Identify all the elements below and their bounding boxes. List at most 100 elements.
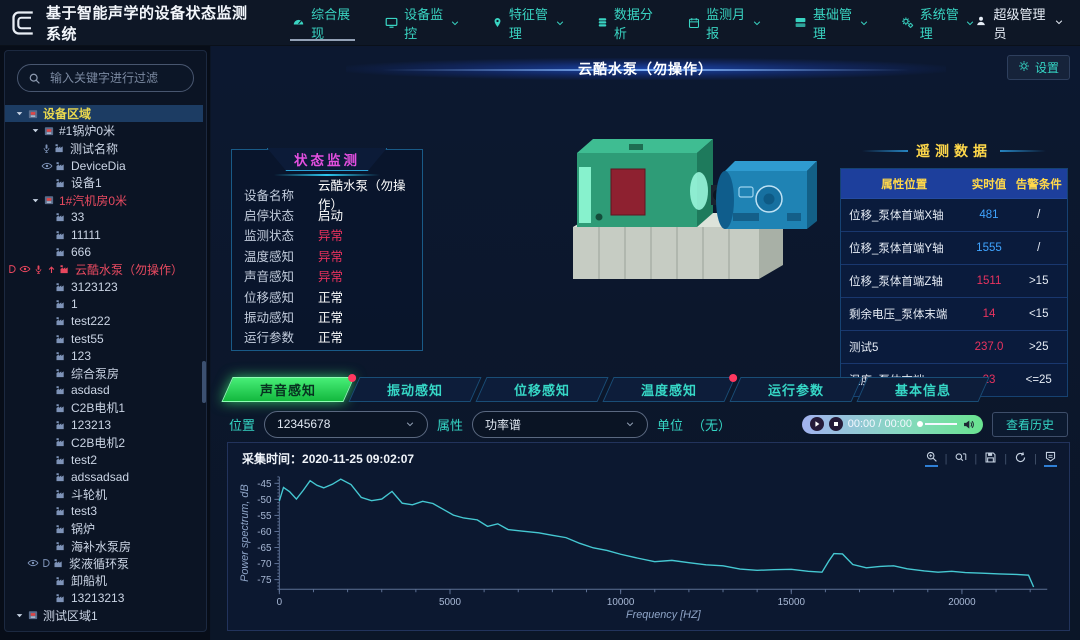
refresh-icon[interactable]: [1014, 451, 1027, 466]
tree-item-25[interactable]: 锅炉: [5, 520, 203, 537]
zoom-reset-icon[interactable]: [954, 451, 967, 466]
tree-item-15[interactable]: 123: [5, 347, 203, 364]
chevron-icon: [450, 18, 460, 28]
svg-text:-65: -65: [257, 543, 272, 554]
tree-item-12[interactable]: 1: [5, 295, 203, 312]
shield-icon[interactable]: [1044, 450, 1057, 467]
tree-item-30[interactable]: 测试区域1: [5, 607, 203, 624]
tab-4[interactable]: 温度感知: [602, 377, 735, 402]
chart-toolbox: ||||: [925, 450, 1057, 467]
tree-item-3[interactable]: 测试名称: [5, 140, 203, 157]
alert-badge: [729, 374, 737, 382]
tab-6[interactable]: 基本信息: [856, 377, 989, 402]
tree-item-18[interactable]: C2B电机1: [5, 399, 203, 416]
status-row-3: 监测状态异常: [244, 225, 414, 245]
tree-item-24[interactable]: test3: [5, 503, 203, 520]
tab-3[interactable]: 位移感知: [475, 377, 608, 402]
chevron-icon: [555, 18, 565, 28]
device-icon: [55, 471, 67, 483]
tab-2[interactable]: 振动感知: [348, 377, 481, 402]
nav-item-5[interactable]: 监测月报: [688, 0, 762, 45]
status-row-label: 位移感知: [244, 287, 318, 306]
tree-item-17[interactable]: asdasd: [5, 382, 203, 399]
telemetry-title-row: 遥测数据: [840, 141, 1068, 161]
tree-item-label: 1: [71, 297, 78, 311]
tree-item-13[interactable]: test222: [5, 313, 203, 330]
svg-text:-45: -45: [257, 479, 272, 490]
nav-item-6[interactable]: 基础管理: [794, 0, 869, 45]
tab-1[interactable]: 声音感知: [221, 377, 354, 402]
save-icon[interactable]: [984, 451, 997, 466]
tab-5[interactable]: 运行参数: [729, 377, 862, 402]
pump-3d-model[interactable]: [511, 105, 821, 320]
tree-item-27[interactable]: 浆液循环泵: [5, 555, 203, 572]
tree-item-14[interactable]: test55: [5, 330, 203, 347]
telemetry-title: 遥测数据: [916, 141, 992, 161]
nav-item-7[interactable]: 系统管理: [901, 0, 976, 45]
status-row-value: 异常: [318, 246, 343, 265]
status-row-value: 异常: [318, 225, 343, 244]
app-title: 基于智能声学的设备状态监测系统: [46, 2, 250, 44]
search-input[interactable]: [48, 70, 183, 86]
tree-item-2[interactable]: #1锅炉0米: [5, 122, 203, 139]
zoom-icon[interactable]: [925, 450, 938, 467]
capture-time: 采集时间：2020-11-25 09:02:07: [242, 450, 414, 467]
nav-item-2[interactable]: 设备监控: [385, 0, 460, 45]
speaker-icon[interactable]: [962, 418, 975, 431]
page-title: 云酷水泵（勿操作）: [578, 59, 713, 79]
nav-item-1[interactable]: 综合展现: [292, 0, 353, 45]
telemetry-value: 1511: [967, 265, 1010, 298]
tree-item-19[interactable]: 123213: [5, 416, 203, 433]
stop-button[interactable]: [829, 417, 843, 431]
tree-item-26[interactable]: 海补水泵房: [5, 537, 203, 554]
device-icon: [55, 229, 67, 241]
tree-item-9[interactable]: 666: [5, 243, 203, 260]
area-icon: [43, 194, 55, 206]
tree-item-20[interactable]: C2B电机2: [5, 434, 203, 451]
brand: 基于智能声学的设备状态监测系统: [10, 2, 250, 44]
telemetry-row-1: 位移_泵体首端X轴481/: [841, 199, 1067, 232]
tree-item-21[interactable]: test2: [5, 451, 203, 468]
tree-item-1[interactable]: 设备区域: [5, 105, 203, 122]
tree-item-28[interactable]: 卸船机: [5, 572, 203, 589]
attribute-select[interactable]: 功率谱: [472, 411, 648, 438]
telemetry-condition: >25: [1010, 331, 1067, 364]
settings-button[interactable]: 设置: [1007, 55, 1070, 80]
tree-item-10[interactable]: 云酷水泵（勿操作）: [5, 261, 203, 278]
status-row-8: 运行参数正常: [244, 327, 414, 347]
status-row-6: 位移感知正常: [244, 286, 414, 306]
tree-item-11[interactable]: 3123123: [5, 278, 203, 295]
user-menu[interactable]: 超级管理员: [975, 4, 1064, 42]
position-select[interactable]: 12345678: [264, 411, 428, 438]
pump-3d-render: [511, 105, 821, 320]
volume-slider[interactable]: [917, 421, 957, 427]
tree-item-6[interactable]: 1#汽机房0米: [5, 191, 203, 208]
nav-item-3[interactable]: 特征管理: [492, 0, 565, 45]
tree-item-label: 设备区域: [43, 105, 91, 122]
tree-item-8[interactable]: 11111: [5, 226, 203, 243]
tree-item-16[interactable]: 综合泵房: [5, 364, 203, 381]
tree-item-29[interactable]: 13213213: [5, 589, 203, 606]
sidebar-scrollbar[interactable]: [202, 361, 206, 403]
telemetry-condition: <15: [1010, 298, 1067, 331]
caret-icon: [31, 126, 40, 135]
tree-item-label: 123213: [71, 418, 111, 432]
device-icon: [55, 454, 67, 466]
tree-item-23[interactable]: 斗轮机: [5, 486, 203, 503]
tab-label: 振动感知: [387, 380, 443, 399]
status-rows: 设备名称云酷水泵（勿操作）启停状态启动监测状态异常温度感知异常声音感知异常位移感…: [244, 184, 414, 347]
play-button[interactable]: [810, 417, 824, 431]
device-icon: [59, 263, 71, 275]
tree-item-22[interactable]: adssadsad: [5, 468, 203, 485]
telemetry-row-5: 测试5237.0>25: [841, 331, 1067, 364]
tree-item-5[interactable]: 设备1: [5, 174, 203, 191]
view-history-button[interactable]: 查看历史: [992, 412, 1068, 437]
status-panel-header: 状态监测: [267, 148, 387, 171]
device-search-box[interactable]: [17, 64, 194, 92]
device-icon: [55, 592, 67, 604]
tree-item-7[interactable]: 33: [5, 209, 203, 226]
nav-item-4[interactable]: 数据分析: [597, 0, 656, 45]
telemetry-table: 属性位置实时值告警条件位移_泵体首端X轴481/位移_泵体首端Y轴1555/位移…: [841, 169, 1067, 396]
device-icon: [55, 540, 67, 552]
tree-item-4[interactable]: DeviceDia: [5, 157, 203, 174]
